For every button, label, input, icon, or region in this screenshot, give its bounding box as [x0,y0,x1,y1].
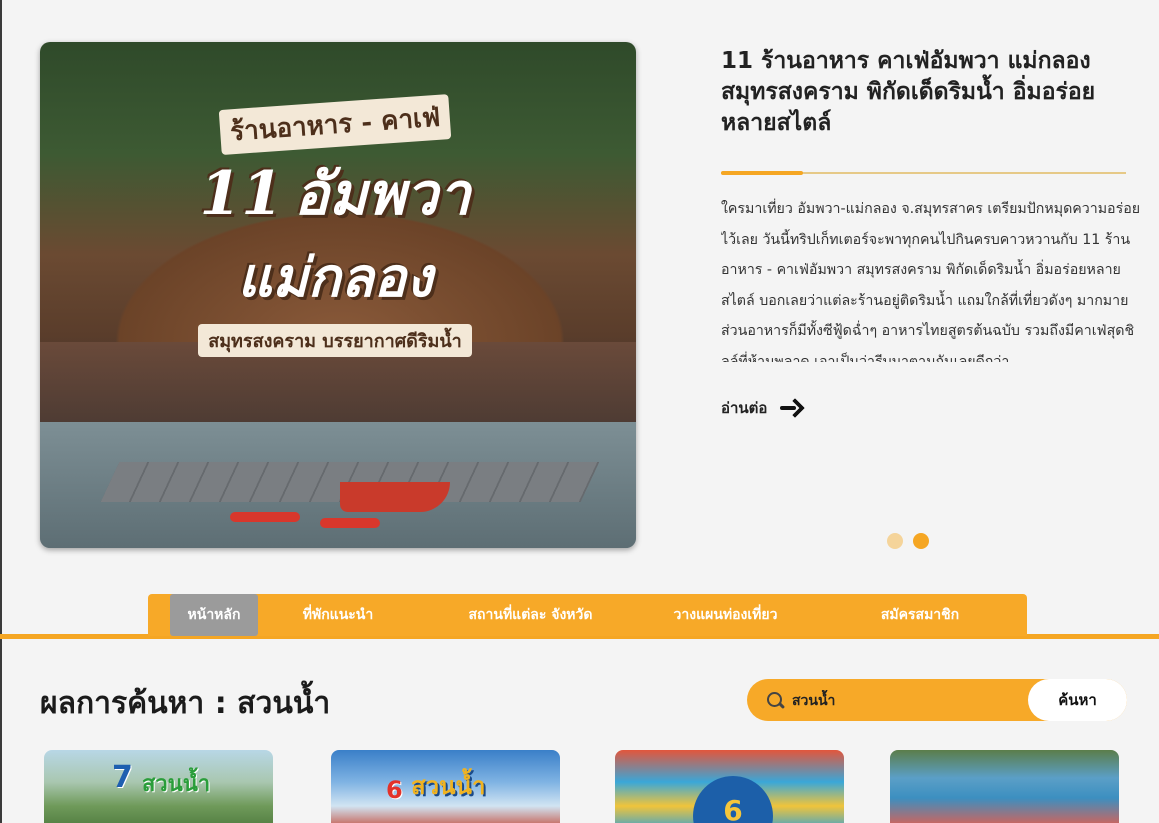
hero-image-tagline: สมุทรสงคราม บรรยากาศดีริมน้ำ [198,324,472,357]
result-card-4[interactable] [890,750,1119,823]
hero-image-main2: แม่กลอง [237,245,433,309]
hero-image-number: 11 [199,159,283,229]
read-more-label: อ่านต่อ [721,399,768,417]
search-icon [767,692,785,710]
search-input[interactable] [792,689,1022,713]
hero-kayak [320,518,380,528]
card-badge-number: 6 [386,776,403,804]
card-badge-text: สวนน้ำ [142,772,211,797]
card-badge-number: 7 [112,760,133,795]
carousel-dot-1[interactable] [887,533,903,549]
hero-kayak [230,512,300,522]
result-card-3[interactable]: 6 [615,750,844,823]
title-divider-accent [721,171,803,175]
main-nav: หน้าหลัก ที่พักแนะนำ สถานที่แต่ละ จังหวั… [148,594,1027,636]
result-card-2[interactable]: 6 สวนน้ำ [331,750,560,823]
search-results-title: ผลการค้นหา : สวนน้ำ [40,686,331,721]
card-badge-text: สวนน้ำ [411,772,486,800]
article-title[interactable]: 11 ร้านอาหาร คาเฟ่อัมพวา แม่กลอง สมุทรสง… [721,46,1141,139]
page-left-edge [0,0,2,823]
carousel-dots [887,533,929,549]
hero-image-main: อัมพวา [294,160,471,228]
nav-item-home[interactable]: หน้าหลัก [170,594,258,636]
nav-item-accommodation[interactable]: ที่พักแนะนำ [278,594,398,636]
read-more-link[interactable]: อ่านต่อ [721,396,801,420]
card-badge-number: 6 [693,776,773,823]
nav-item-provinces[interactable]: สถานที่แต่ละ จังหวัด [448,594,613,636]
hero-image[interactable]: ร้านอาหาร - คาเฟ่ 11 อัมพวา แม่กลอง สมุท… [40,42,636,548]
nav-item-trip-planner[interactable]: วางแผนท่องเที่ยว [653,594,798,636]
search-button[interactable]: ค้นหา [1028,679,1127,721]
arrow-right-icon [779,398,801,418]
nav-item-register[interactable]: สมัครสมาชิก [860,594,980,636]
article-excerpt: ใครมาเที่ยว อัมพวา-แม่กลอง จ.สมุทรสาคร เ… [721,201,1141,362]
carousel-dot-2[interactable] [913,533,929,549]
hero-image-subtitle: ร้านอาหาร - คาเฟ่ [218,94,452,155]
result-card-1[interactable]: 7 สวนน้ำ [44,750,273,823]
hero-boat [340,482,450,512]
hero-image-text: ร้านอาหาร - คาเฟ่ 11 อัมพวา แม่กลอง สมุท… [100,94,570,357]
